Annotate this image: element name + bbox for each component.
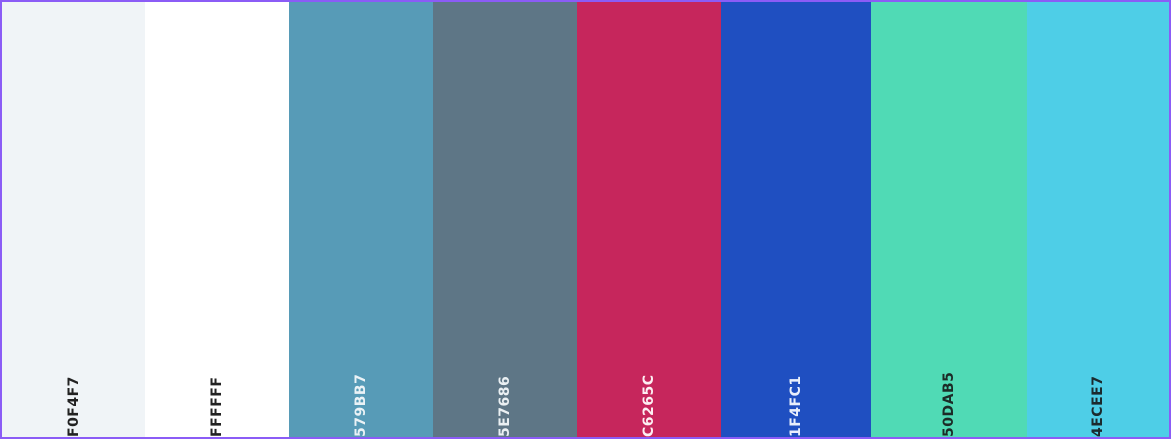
swatch-ffffff[interactable]: FFFFFF [145, 2, 289, 437]
swatch-label: F0F4F7 [65, 376, 82, 437]
swatch-1f4fc1[interactable]: 1F4FC1 [721, 2, 871, 437]
swatch-c6265c[interactable]: C6265C [577, 2, 721, 437]
swatch-label: 579BB7 [353, 373, 369, 437]
swatch-f0f4f7[interactable]: F0F4F7 [2, 2, 145, 437]
swatch-label: 5E7686 [497, 375, 513, 437]
swatch-label: FFFFFF [209, 376, 225, 437]
swatch-label: C6265C [641, 374, 657, 437]
swatch-4ecee7[interactable]: 4ECEE7 [1027, 2, 1169, 437]
color-palette: F0F4F7 FFFFFF 579BB7 5E7686 C6265C 1F4FC… [2, 2, 1169, 437]
swatch-label: 4ECEE7 [1090, 375, 1106, 437]
swatch-579bb7[interactable]: 579BB7 [289, 2, 433, 437]
swatch-label: 50DAB5 [941, 371, 957, 437]
swatch-5e7686[interactable]: 5E7686 [433, 2, 577, 437]
swatch-label: 1F4FC1 [788, 375, 804, 437]
swatch-50dab5[interactable]: 50DAB5 [871, 2, 1027, 437]
palette-frame: F0F4F7 FFFFFF 579BB7 5E7686 C6265C 1F4FC… [0, 0, 1171, 439]
